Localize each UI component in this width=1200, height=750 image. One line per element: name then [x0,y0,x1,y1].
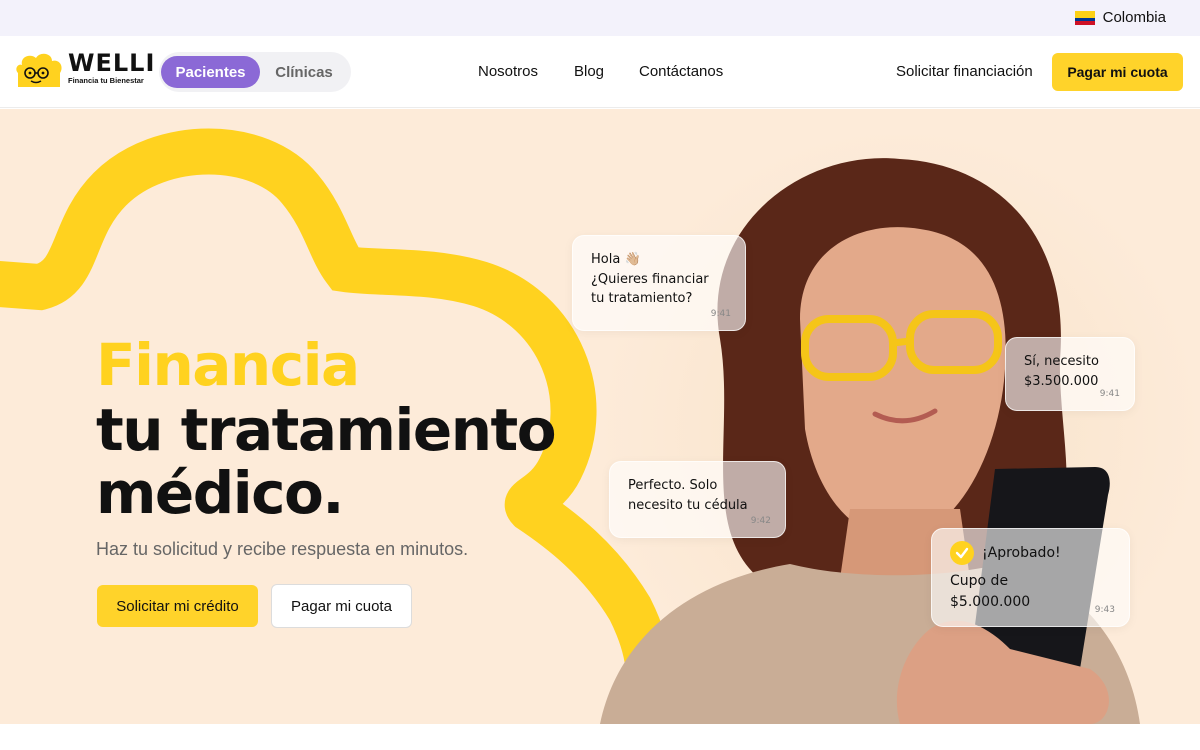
country-selector[interactable]: Colombia [1074,9,1166,26]
chat-bubble-id-request: Perfecto. Solo necesito tu cédula 9:42 [609,461,786,538]
nav-link-nosotros[interactable]: Nosotros [478,63,538,80]
logo-wordmark: WELLI [68,49,156,77]
chat-bubble-approved: ¡Aprobado! Cupo de $5.000.000 9:43 [931,528,1130,627]
hero-headline-accent: Financia [96,331,360,399]
hero-section: Financia tu tratamiento médico. Haz tu s… [0,109,1200,724]
page-bottom-edge [0,724,1200,750]
logo-mascot-icon [16,51,64,91]
chat-line: Hola 👋🏼 [591,252,641,267]
audience-toggle: Pacientes Clínicas [159,52,351,92]
logo-tagline: Financia tu Bienestar [68,76,144,85]
request-credit-button[interactable]: Solicitar mi crédito [97,585,258,627]
chat-line: Cupo de [950,573,1009,589]
tab-pacientes[interactable]: Pacientes [161,56,260,88]
nav-link-contactanos[interactable]: Contáctanos [639,63,723,80]
chat-line: ¿Quieres financiar [591,271,709,287]
chat-line: necesito tu cédula [628,497,748,513]
country-bar: Colombia [0,0,1200,36]
country-label: Colombia [1102,9,1166,26]
chat-line: $5.000.000 [950,594,1031,610]
pay-installment-hero-button[interactable]: Pagar mi cuota [271,584,412,628]
main-navbar: WELLI Financia tu Bienestar Pacientes Cl… [0,36,1200,108]
chat-bubble-greeting: Hola 👋🏼 ¿Quieres financiar tu tratamient… [572,235,746,331]
request-financing-link[interactable]: Solicitar financiación [896,63,1033,80]
tab-clinicas[interactable]: Clínicas [261,56,347,88]
chat-time: 9:41 [1099,388,1120,399]
chat-bubble-amount-request: Sí, necesito $3.500.000 9:41 [1005,337,1135,411]
hero-headline-line3: médico. [96,459,344,527]
check-icon [950,541,974,565]
chat-line: Sí, necesito [1024,354,1099,369]
welli-logo[interactable]: WELLI Financia tu Bienestar [16,51,155,91]
hero-subtitle: Haz tu solicitud y recibe respuesta en m… [96,539,469,559]
chat-line: tu tratamiento? [591,291,693,306]
hero-headline-line2: tu tratamiento [96,396,557,464]
nav-link-blog[interactable]: Blog [574,63,604,80]
colombia-flag-icon [1074,10,1095,25]
chat-time: 9:43 [1094,604,1115,615]
chat-time: 9:41 [710,308,731,319]
approved-title: ¡Aprobado! [982,545,1061,561]
chat-line: Perfecto. Solo [628,478,718,493]
chat-time: 9:42 [750,515,771,526]
pay-installment-button[interactable]: Pagar mi cuota [1052,53,1183,91]
